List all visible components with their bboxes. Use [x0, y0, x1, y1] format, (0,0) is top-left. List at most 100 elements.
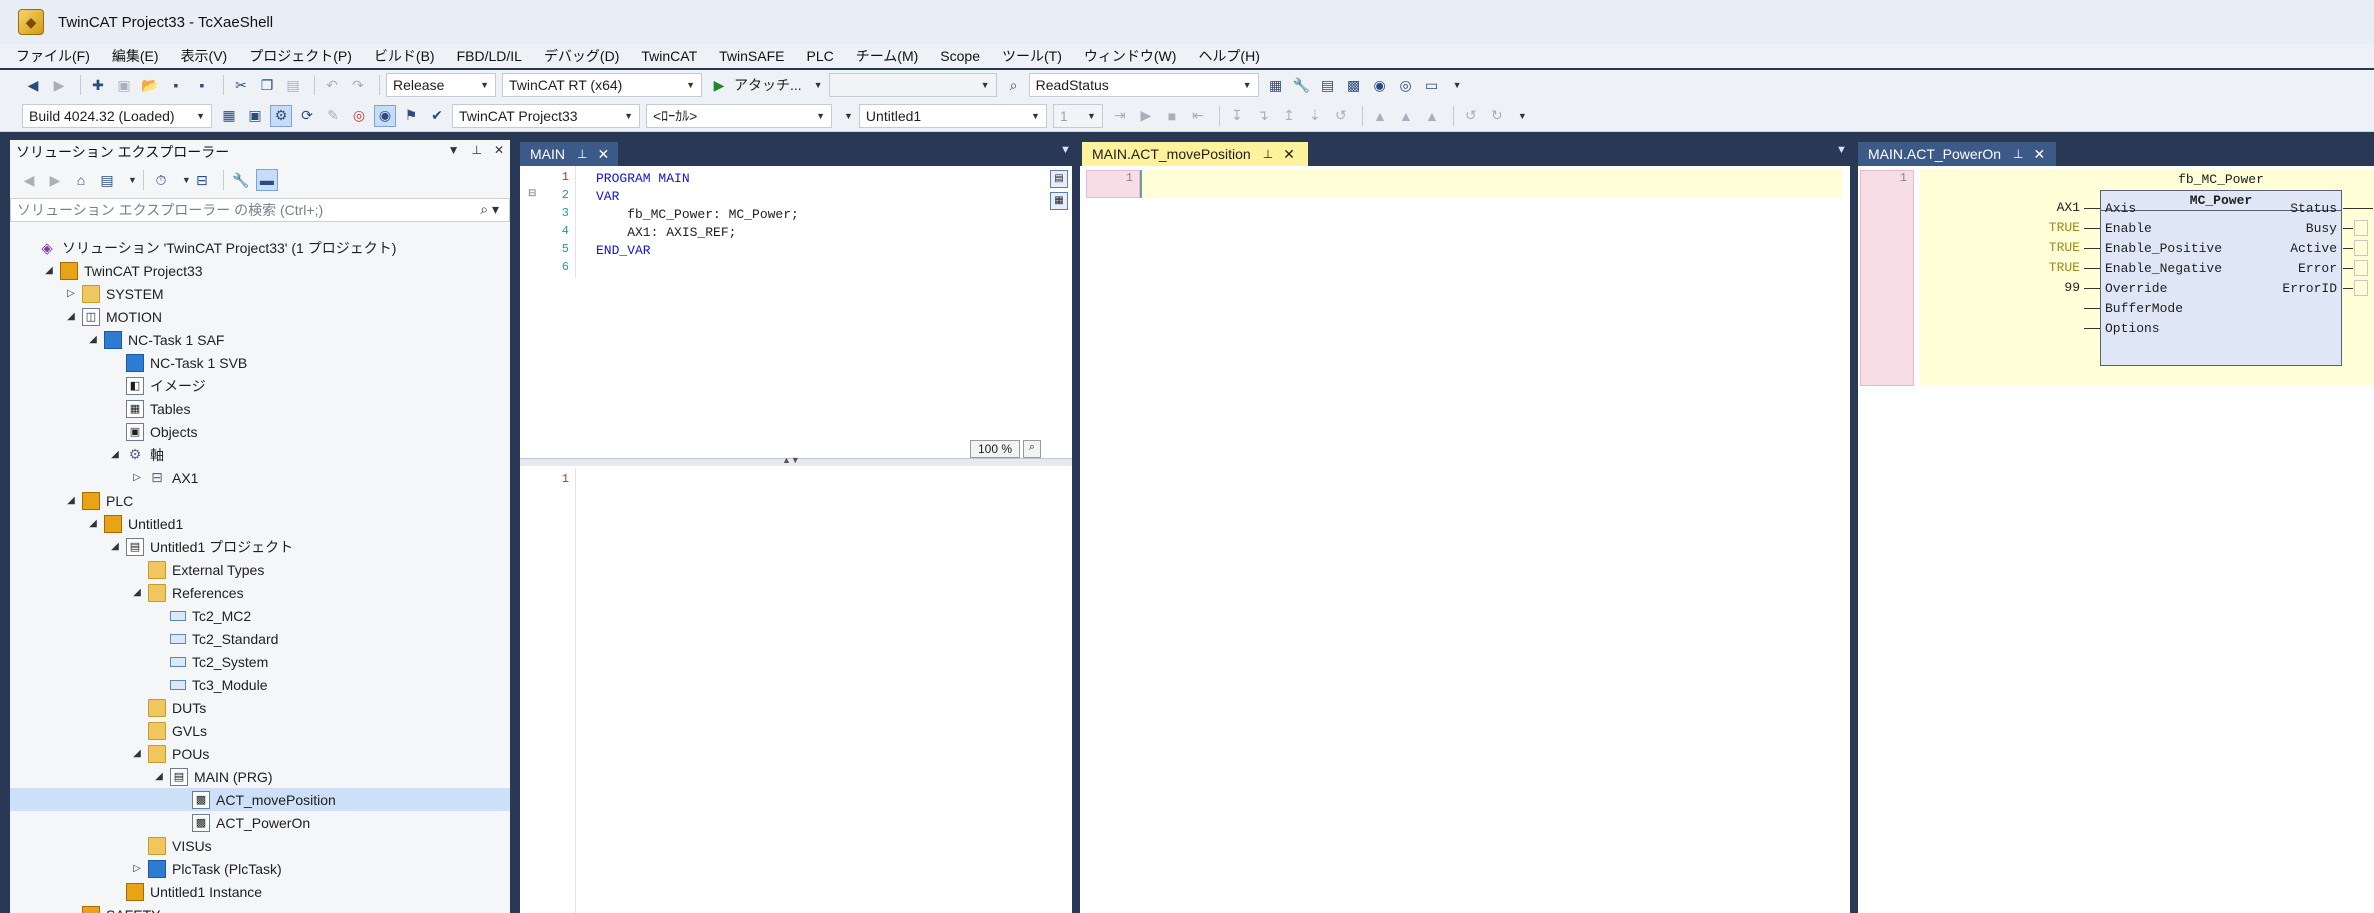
fb-output-pin[interactable]: Error: [2298, 259, 2337, 279]
tree-item[interactable]: Tc2_MC2: [10, 604, 510, 627]
forward-icon[interactable]: ▶: [44, 169, 66, 191]
paste-icon[interactable]: ▤: [282, 74, 304, 96]
fb-input-pin[interactable]: Enable: [2105, 219, 2152, 239]
code-line[interactable]: AX1: AXIS_REF;: [596, 224, 799, 242]
close-icon[interactable]: ✕: [2034, 146, 2046, 163]
menu-item[interactable]: Scope: [932, 48, 994, 64]
properties-icon[interactable]: 🔧: [1291, 74, 1313, 96]
menu-item[interactable]: PLC: [798, 48, 847, 64]
login-icon[interactable]: ⇥: [1109, 105, 1131, 127]
expand-toggle-icon[interactable]: ◢: [108, 541, 122, 552]
close-icon[interactable]: ✕: [1283, 146, 1295, 163]
tree-item[interactable]: Tc3_Module: [10, 673, 510, 696]
unforce-icon[interactable]: ↺: [1460, 105, 1482, 127]
code-line[interactable]: VAR: [596, 188, 799, 206]
save-all-icon[interactable]: ▪: [191, 74, 213, 96]
input-value[interactable]: TRUE: [2020, 218, 2080, 238]
poweron-editor[interactable]: 1 fb_MC_Power MC_Power Axis Enable Enable_…: [1858, 166, 2374, 913]
tree-item[interactable]: GVLs: [10, 719, 510, 742]
add-item-icon[interactable]: ▣: [113, 74, 135, 96]
code-line[interactable]: END_VAR: [596, 242, 799, 260]
breakpoint-icon[interactable]: ▲: [1369, 105, 1391, 127]
menu-item[interactable]: 編集(E): [104, 46, 173, 66]
pin-icon[interactable]: ⊥: [471, 143, 481, 157]
fb-input-pin[interactable]: Enable_Negative: [2105, 259, 2222, 279]
play-icon[interactable]: ▶: [708, 74, 730, 96]
declaration-code[interactable]: PROGRAM MAIN VAR fb_MC_Power: MC_Power; A…: [596, 166, 799, 278]
menu-item[interactable]: 表示(V): [173, 46, 242, 66]
tree-item[interactable]: SAFETY: [10, 903, 510, 913]
expand-toggle-icon[interactable]: ◢: [152, 771, 166, 782]
splitter-grip-icon[interactable]: ▲▼: [782, 455, 800, 465]
build-version-select[interactable]: Build 4024.32 (Loaded) ▼: [22, 103, 212, 128]
tree-item[interactable]: External Types: [10, 558, 510, 581]
tree-item[interactable]: Tc2_Standard: [10, 627, 510, 650]
target-system-select[interactable]: <ﾛｰｶﾙ> ▼: [646, 103, 832, 128]
server-explorer-icon[interactable]: ▤: [1317, 74, 1339, 96]
properties-wrench-icon[interactable]: 🔧: [230, 169, 252, 191]
menu-item[interactable]: ウィンドウ(W): [1076, 46, 1191, 66]
save-icon[interactable]: ▪: [165, 74, 187, 96]
preview-selected-icon[interactable]: ▬: [255, 169, 278, 191]
function-block-mc-power[interactable]: MC_Power Axis Enable Enable_Positive Enable…: [2100, 190, 2342, 366]
fbd-network[interactable]: fb_MC_Power MC_Power Axis Enable Enable_Po…: [1920, 170, 2374, 386]
tree-item[interactable]: ◈ ソリューション 'TwinCAT Project33' (1 プロジェクト): [10, 236, 510, 259]
restart-run-mode-icon[interactable]: ▣: [244, 105, 266, 127]
attach-button[interactable]: アタッチ...: [734, 75, 802, 95]
step-into-icon[interactable]: ↴: [1252, 105, 1274, 127]
solution-configuration-select[interactable]: Release ▼: [386, 73, 496, 97]
search-icon[interactable]: ⌕ ▾: [480, 201, 499, 218]
pending-changes-icon[interactable]: ⏱: [150, 169, 172, 191]
menu-item[interactable]: ツール(T): [994, 46, 1076, 66]
tree-item[interactable]: ▦ Tables: [10, 397, 510, 420]
config-mode-icon[interactable]: ⚙: [270, 104, 292, 127]
pin-icon[interactable]: ⊥: [577, 147, 587, 161]
expand-toggle-icon[interactable]: ◢: [86, 334, 100, 345]
process-select[interactable]: ▼: [828, 73, 997, 97]
toggle-free-run-icon[interactable]: ◎: [348, 105, 370, 127]
start-icon[interactable]: ▶: [1135, 105, 1157, 127]
menu-item[interactable]: ビルド(B): [366, 46, 449, 66]
find-symbol-icon[interactable]: ⌕: [1003, 74, 1025, 96]
fb-output-pin[interactable]: Status: [2290, 199, 2337, 219]
expand-toggle-icon[interactable]: ◢: [64, 495, 78, 506]
menu-item[interactable]: TwinCAT: [633, 48, 711, 64]
tab-overflow-icon[interactable]: ▼: [1060, 144, 1071, 156]
home-icon[interactable]: ⌂: [70, 169, 92, 191]
show-online-data-icon[interactable]: ◉: [374, 104, 396, 127]
collapse-all-icon[interactable]: ⊟: [191, 169, 213, 191]
tree-item[interactable]: ◢ ▤ Untitled1 プロジェクト: [10, 535, 510, 558]
moveposition-editor[interactable]: 1: [1080, 166, 1850, 913]
extensions-icon[interactable]: ◎: [1395, 74, 1417, 96]
cut-icon[interactable]: ✂: [230, 74, 252, 96]
panel-menu-icon[interactable]: ▼: [448, 143, 460, 157]
fb-output-pin[interactable]: Busy: [2306, 219, 2337, 239]
chevron-down-icon[interactable]: ▼: [182, 175, 191, 185]
scan-icon[interactable]: ✎: [322, 105, 344, 127]
new-project-icon[interactable]: ✚: [87, 74, 109, 96]
open-file-icon[interactable]: 📂: [139, 74, 161, 96]
code-line[interactable]: [596, 260, 799, 278]
input-value[interactable]: 99: [2020, 278, 2080, 298]
fb-input-pin[interactable]: Axis: [2105, 199, 2136, 219]
task-index-select[interactable]: 1 ▼: [1052, 103, 1103, 128]
team-explorer-icon[interactable]: ◉: [1369, 74, 1391, 96]
fb-instance-name[interactable]: fb_MC_Power: [2100, 172, 2342, 187]
menu-item[interactable]: ヘルプ(H): [1190, 46, 1273, 66]
expand-toggle-icon[interactable]: ◢: [64, 311, 78, 322]
expand-toggle-icon[interactable]: ◢: [130, 587, 144, 598]
run-to-cursor-icon[interactable]: ⇣: [1304, 105, 1326, 127]
tree-item[interactable]: Tc2_System: [10, 650, 510, 673]
output-variable-box[interactable]: [2354, 260, 2368, 276]
tree-item[interactable]: ◢ POUs: [10, 742, 510, 765]
menu-item[interactable]: チーム(M): [848, 46, 933, 66]
fb-output-pin[interactable]: ErrorID: [2282, 279, 2337, 299]
input-value[interactable]: TRUE: [2020, 238, 2080, 258]
tab-act-moveposition[interactable]: MAIN.ACT_movePosition ⊥ ✕: [1082, 142, 1308, 166]
chevron-down-icon[interactable]: ▼: [814, 80, 823, 90]
menu-item[interactable]: プロジェクト(P): [241, 46, 366, 66]
menu-item[interactable]: デバッグ(D): [536, 46, 633, 66]
plc-project-select[interactable]: Untitled1 ▼: [858, 103, 1047, 128]
empty-network[interactable]: [1142, 170, 1842, 198]
expand-toggle-icon[interactable]: ◢: [42, 265, 56, 276]
